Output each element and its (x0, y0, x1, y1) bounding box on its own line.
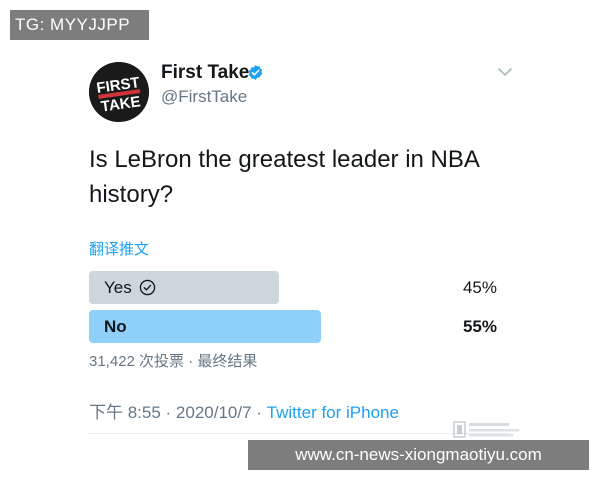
first-take-logo: FIRST TAKE (89, 62, 149, 122)
tweet-date[interactable]: 2020/10/7 (176, 403, 252, 422)
author-handle[interactable]: @FirstTake (161, 87, 247, 107)
poll-option-no-percent: 55% (462, 317, 497, 336)
poll-option-yes-label: Yes (104, 278, 132, 297)
poll-option-yes-percent: 45% (462, 278, 497, 297)
avatar[interactable]: FIRST TAKE (89, 62, 149, 122)
author-name[interactable]: First Take (161, 62, 249, 84)
translate-tweet-link[interactable]: 翻译推文 (89, 238, 149, 259)
separator: · (251, 403, 267, 422)
chevron-down-icon[interactable] (497, 66, 513, 78)
watermark-tg-label: TG: MYYJJPP (10, 10, 149, 40)
separator: · (160, 403, 176, 422)
poll-option-no-label: No (104, 317, 127, 336)
tweet-text: Is LeBron the greatest leader in NBA his… (89, 142, 509, 212)
tweet-timestamp: 下午 8:55 · 2020/10/7 · Twitter for iPhone (89, 398, 399, 423)
watermark-logo (453, 421, 519, 438)
poll-meta: 31,422 次投票 · 最终结果 (89, 353, 258, 370)
tweet-time[interactable]: 下午 8:55 (89, 403, 161, 422)
tweet-text-line2: history? (89, 181, 174, 208)
verified-badge-icon (248, 65, 263, 80)
tweet-source-link[interactable]: Twitter for iPhone (267, 403, 399, 422)
divider (89, 433, 509, 434)
tweet-text-line1: Is LeBron the greatest leader in NBA (89, 146, 480, 173)
watermark-url-label: www.cn-news-xiongmaotiyu.com (248, 440, 589, 470)
check-circle-icon (139, 279, 156, 296)
